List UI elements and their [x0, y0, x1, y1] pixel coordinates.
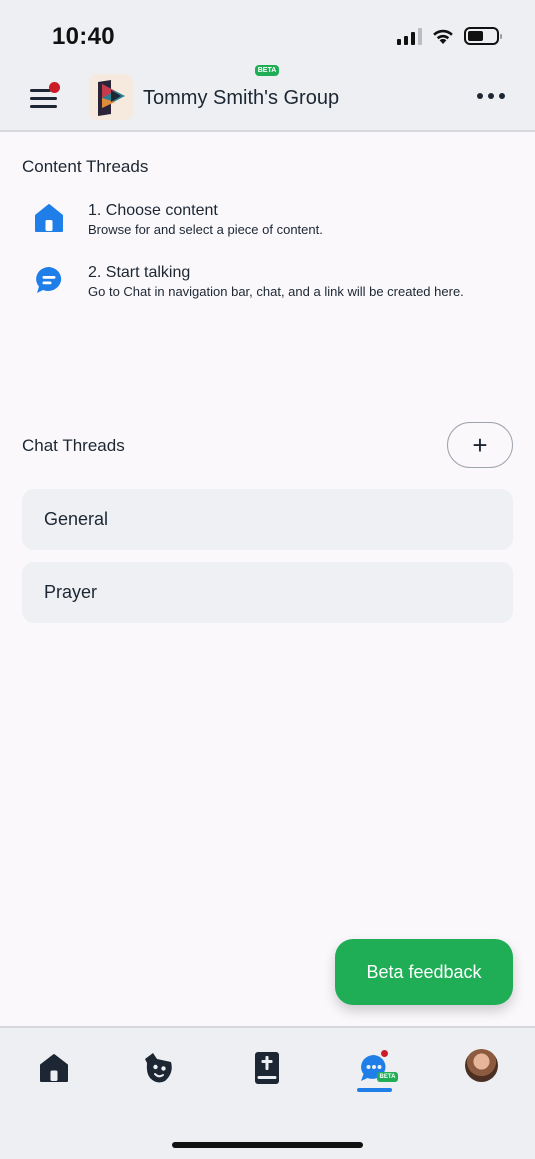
more-options-button[interactable] [477, 93, 505, 99]
step-title: 1. Choose content [88, 202, 218, 219]
nav-home[interactable] [34, 1048, 74, 1088]
hamburger-menu-icon [30, 89, 51, 92]
menu-button[interactable] [26, 82, 62, 114]
beta-badge: BETA [255, 65, 279, 76]
nav-stories[interactable] [139, 1048, 179, 1088]
group-logo[interactable] [89, 74, 133, 120]
wifi-icon [433, 29, 453, 44]
bottom-navigation: BETA [0, 1026, 535, 1159]
nav-bible[interactable] [247, 1048, 287, 1088]
home-icon [40, 1054, 68, 1082]
thread-label: Prayer [44, 582, 98, 602]
step-description: Browse for and select a piece of content… [88, 222, 323, 237]
bible-icon [255, 1052, 279, 1084]
thread-prayer[interactable]: Prayer [22, 562, 513, 623]
active-tab-indicator [357, 1088, 392, 1092]
mask-icon [145, 1053, 172, 1083]
more-horizontal-icon [477, 93, 483, 99]
step-title: 2. Start talking [88, 264, 191, 281]
step-choose-content: 1. Choose content Browse for and select … [30, 201, 323, 239]
home-indicator [172, 1142, 363, 1148]
beta-feedback-button[interactable]: Beta feedback [335, 939, 513, 1005]
chat-bubble-icon [30, 261, 68, 299]
add-thread-button[interactable]: + [447, 422, 513, 468]
step-description: Go to Chat in navigation bar, chat, and … [88, 284, 464, 299]
content-threads-title: Content Threads [22, 157, 149, 176]
app-screen: 10:40 BETA Tommy Smith's Group Content T… [0, 0, 535, 1159]
chat-notification-dot [379, 1048, 390, 1059]
thread-general[interactable]: General [22, 489, 513, 550]
group-logo-icon [98, 80, 125, 116]
battery-icon [464, 27, 502, 45]
cellular-signal-icon [397, 27, 422, 45]
home-icon [30, 199, 68, 237]
step-start-talking: 2. Start talking Go to Chat in navigatio… [30, 263, 464, 301]
group-name[interactable]: Tommy Smith's Group [143, 87, 339, 110]
chat-beta-badge: BETA [377, 1072, 398, 1082]
status-time: 10:40 [52, 23, 115, 50]
profile-avatar[interactable] [465, 1049, 498, 1082]
thread-label: General [44, 509, 109, 529]
top-bar: 10:40 BETA Tommy Smith's Group [0, 0, 535, 132]
notification-dot [49, 82, 60, 93]
chat-threads-title: Chat Threads [22, 436, 125, 455]
status-icons [397, 24, 502, 48]
